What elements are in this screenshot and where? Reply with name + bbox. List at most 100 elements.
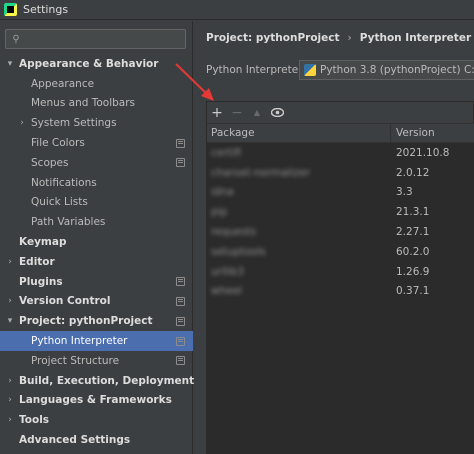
window-title: Settings xyxy=(23,3,69,16)
sidebar-item-project-pythonproject[interactable]: ▾ Project: pythonProject xyxy=(0,311,193,331)
search-icon: ⚲ xyxy=(12,33,20,45)
sidebar-item-keymap[interactable]: Keymap xyxy=(0,232,193,252)
sidebar-item-label: File Colors xyxy=(31,137,85,150)
package-version: 60.2.0 xyxy=(396,245,430,258)
sidebar-item-languages-frameworks[interactable]: › Languages & Frameworks xyxy=(0,391,193,411)
sidebar-item-label: Menus and Toolbars xyxy=(31,97,136,110)
packages-panel: + − ▲ Package Version certifi 2021.10.8 ch… xyxy=(206,101,474,454)
project-scope-icon xyxy=(176,356,185,366)
sidebar-item-appearance[interactable]: Appearance xyxy=(0,74,193,94)
package-name: charset-normalizer xyxy=(211,166,311,179)
project-scope-icon xyxy=(176,296,185,306)
table-row[interactable]: idna 3.3 xyxy=(207,183,474,203)
search-box[interactable]: ⚲ xyxy=(5,29,186,49)
package-name: setuptools xyxy=(211,245,266,258)
project-scope-icon xyxy=(176,158,185,168)
table-row[interactable]: setuptools 60.2.0 xyxy=(207,242,474,262)
package-name: wheel xyxy=(211,285,243,298)
table-row[interactable]: requests 2.27.1 xyxy=(207,222,474,242)
chevron-right-icon[interactable]: › xyxy=(5,257,15,267)
project-scope-icon xyxy=(176,336,185,346)
table-body: certifi 2021.10.8 charset-normalizer 2.0.12… xyxy=(207,143,474,301)
sidebar-item-scopes[interactable]: Scopes xyxy=(0,153,193,173)
sidebar-item-editor[interactable]: › Editor xyxy=(0,252,193,272)
show-early-releases-button[interactable] xyxy=(267,103,287,123)
sidebar-item-python-interpreter[interactable]: Python Interpreter xyxy=(0,331,193,351)
table-row[interactable]: charset-normalizer 2.0.12 xyxy=(207,163,474,183)
package-version: 1.26.9 xyxy=(396,265,430,278)
interpreter-select[interactable]: Python 3.8 (pythonProject) C:\Use xyxy=(299,60,474,80)
table-row[interactable]: urllib3 1.26.9 xyxy=(207,262,474,282)
project-scope-icon xyxy=(176,277,185,287)
sidebar-item-build-execution-deployment[interactable]: › Build, Execution, Deployment xyxy=(0,371,195,391)
sidebar-item-label: Appearance xyxy=(31,77,95,90)
search-input[interactable] xyxy=(26,31,185,47)
chevron-down-icon[interactable]: ▾ xyxy=(5,316,15,326)
chevron-right-icon[interactable]: › xyxy=(5,376,15,386)
sidebar-item-plugins[interactable]: Plugins xyxy=(0,272,193,292)
pycharm-logo-icon xyxy=(4,3,17,16)
python-icon xyxy=(304,64,316,76)
sidebar-item-system-settings[interactable]: › System Settings xyxy=(0,113,193,133)
minus-icon: − xyxy=(231,104,243,121)
breadcrumb-current: Python Interpreter xyxy=(359,32,472,44)
settings-tree: ▾ Appearance & Behavior Appearance Menus an… xyxy=(0,54,195,450)
sidebar-item-path-variables[interactable]: Path Variables xyxy=(0,212,193,232)
sidebar-item-label: Plugins xyxy=(19,275,63,288)
chevron-right-icon[interactable]: › xyxy=(5,395,15,405)
package-name: certifi xyxy=(211,146,242,159)
package-name: urllib3 xyxy=(211,265,245,278)
sidebar-item-label: Build, Execution, Deployment xyxy=(19,374,195,387)
upgrade-package-button[interactable]: ▲ xyxy=(247,103,267,123)
sidebar-item-label: Scopes xyxy=(31,156,69,169)
package-name: requests xyxy=(211,226,257,239)
table-row[interactable]: wheel 0.37.1 xyxy=(207,282,474,302)
sidebar-item-label: Languages & Frameworks xyxy=(19,394,172,407)
sidebar-item-label: Tools xyxy=(19,414,50,427)
table-row[interactable]: certifi 2021.10.8 xyxy=(207,143,474,163)
package-version: 3.3 xyxy=(396,186,413,199)
package-version: 2.0.12 xyxy=(396,166,430,179)
interpreter-value: Python 3.8 (pythonProject) C:\Use xyxy=(320,64,474,76)
package-version: 0.37.1 xyxy=(396,285,430,298)
triangle-up-icon: ▲ xyxy=(253,108,261,117)
package-name: pip xyxy=(211,206,228,219)
sidebar-item-label: Python Interpreter xyxy=(31,335,128,348)
chevron-down-icon[interactable]: ▾ xyxy=(5,59,15,69)
sidebar-item-notifications[interactable]: Notifications xyxy=(0,173,193,193)
breadcrumb-separator: › xyxy=(347,32,352,44)
table-header: Package Version xyxy=(207,123,474,143)
chevron-right-icon[interactable]: › xyxy=(17,118,27,128)
chevron-right-icon[interactable]: › xyxy=(5,415,15,425)
sidebar-item-label: Version Control xyxy=(19,295,111,308)
column-header-version[interactable]: Version xyxy=(391,127,435,139)
interpreter-label: Python Interpreter: xyxy=(206,64,306,76)
sidebar-item-menus-and-toolbars[interactable]: Menus and Toolbars xyxy=(0,94,193,114)
add-package-button[interactable]: + xyxy=(207,103,227,123)
sidebar-item-appearance-behavior[interactable]: ▾ Appearance & Behavior xyxy=(0,54,193,74)
title-bar: Settings xyxy=(0,0,474,20)
sidebar-item-quick-lists[interactable]: Quick Lists xyxy=(0,193,193,213)
sidebar-item-label: Quick Lists xyxy=(31,196,88,209)
sidebar-item-advanced-settings[interactable]: Advanced Settings xyxy=(0,430,193,450)
chevron-right-icon[interactable]: › xyxy=(5,296,15,306)
sidebar-item-label: System Settings xyxy=(31,117,117,130)
sidebar-item-label: Notifications xyxy=(31,176,97,189)
packages-toolbar: + − ▲ xyxy=(207,102,474,124)
sidebar-item-version-control[interactable]: › Version Control xyxy=(0,292,193,312)
sidebar-item-label: Project: pythonProject xyxy=(19,315,153,328)
settings-sidebar: ⚲ ▾ Appearance & Behavior Appearance Menus … xyxy=(0,21,195,454)
table-row[interactable]: pip 21.3.1 xyxy=(207,202,474,222)
interpreter-row: Python Interpreter: Python 3.8 (pythonPr… xyxy=(206,60,474,80)
breadcrumb: Project: pythonProject › Python Interpre… xyxy=(206,32,474,44)
project-scope-icon xyxy=(176,316,185,326)
sidebar-item-label: Appearance & Behavior xyxy=(19,57,159,70)
breadcrumb-parent[interactable]: Project: pythonProject xyxy=(206,32,340,44)
sidebar-item-tools[interactable]: › Tools xyxy=(0,410,193,430)
sidebar-item-project-structure[interactable]: Project Structure xyxy=(0,351,193,371)
column-header-package[interactable]: Package xyxy=(207,123,391,143)
package-version: 2021.10.8 xyxy=(396,146,450,159)
remove-package-button[interactable]: − xyxy=(227,103,247,123)
package-name: idna xyxy=(211,186,234,199)
sidebar-item-file-colors[interactable]: File Colors xyxy=(0,133,193,153)
